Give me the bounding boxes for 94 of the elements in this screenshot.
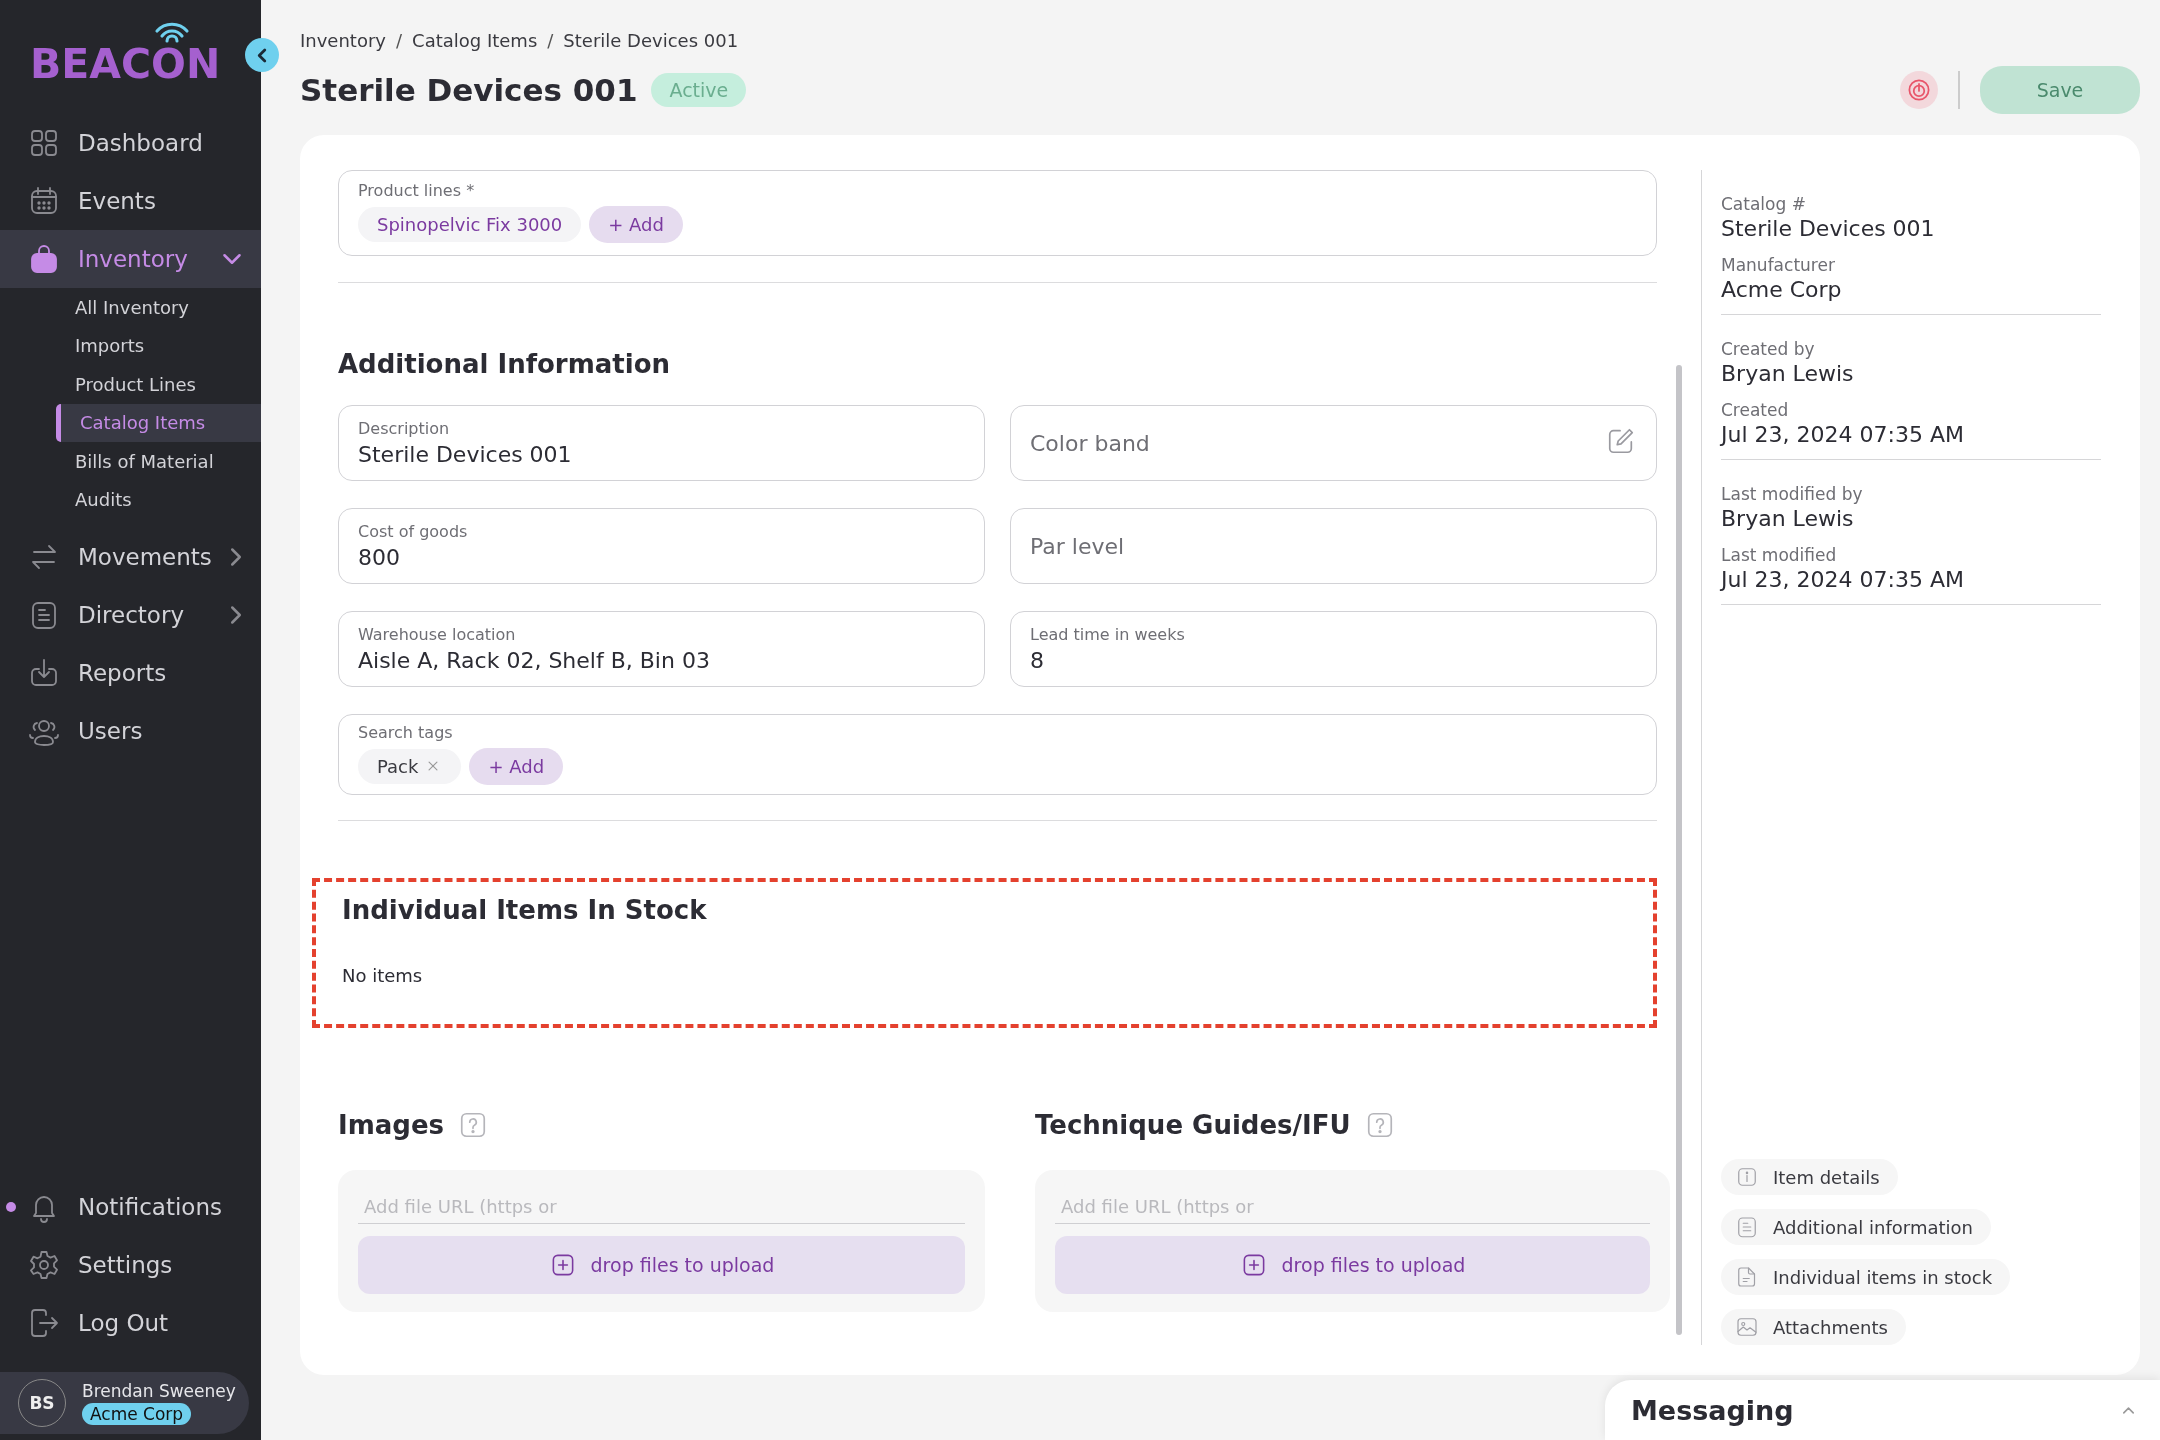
chevron-down-icon (223, 254, 241, 264)
nav-item[interactable]: Settings (0, 1236, 261, 1294)
detail-label: Catalog # (1721, 194, 1807, 214)
nav-subitem[interactable]: Bills of Material (0, 442, 261, 481)
chevron-left-icon (258, 48, 266, 62)
nav-item[interactable]: Events (0, 172, 261, 230)
detail-value: Acme Corp (1721, 277, 1843, 302)
section-link[interactable]: Individual items in stock (1721, 1259, 2011, 1295)
document-icon (1735, 1215, 1759, 1239)
page-title: Sterile Devices 001 (300, 72, 638, 108)
user-card[interactable]: BS Brendan Sweeney Acme Corp (0, 1372, 249, 1434)
nav-item[interactable]: Inventory (0, 230, 261, 288)
collapse-button[interactable] (245, 38, 279, 72)
breadcrumb-link[interactable]: Inventory (300, 29, 386, 51)
field-label: Cost of goods (358, 522, 469, 541)
detail-value: Bryan Lewis (1721, 506, 1855, 531)
chevron-right-icon (231, 548, 241, 566)
nav-subitem[interactable]: Catalog Items (56, 403, 261, 442)
field-label: Warehouse location (358, 625, 517, 644)
text-input[interactable]: 800 (358, 545, 965, 570)
field-label: Description (358, 419, 451, 438)
detail-value: Bryan Lewis (1721, 361, 1855, 386)
edit-icon (1606, 426, 1636, 456)
messaging-panel[interactable]: Messaging (1605, 1380, 2160, 1440)
tag-field[interactable]: Search tags Pack + Add (338, 714, 1657, 795)
bag-icon (28, 243, 60, 275)
detail-label: Manufacturer (1721, 255, 1836, 275)
image-icon (1735, 1315, 1759, 1339)
detail-value: Sterile Devices 001 (1721, 216, 1936, 241)
nav-item[interactable]: Movements (0, 528, 261, 586)
text-field[interactable]: Cost of goods 800 (338, 508, 985, 584)
detail-value: Jul 23, 2024 07:35 AM (1721, 422, 1965, 447)
nav-subitem[interactable]: Product Lines (0, 365, 261, 404)
info-icon (1735, 1165, 1759, 1189)
field-label: Lead time in weeks (1030, 625, 1186, 644)
nav-subitem[interactable]: All Inventory (0, 288, 261, 327)
detail-label: Last modified (1721, 545, 1838, 565)
text-input[interactable]: 8 (1030, 648, 1637, 673)
text-field[interactable]: Lead time in weeks 8 (1010, 611, 1657, 687)
nav-item[interactable]: Directory (0, 586, 261, 644)
section-heading: Individual Items In Stock (342, 895, 708, 925)
logout-icon (28, 1307, 60, 1339)
section-link[interactable]: Additional information (1721, 1209, 1991, 1245)
chevron-right-icon (231, 606, 241, 624)
dashboard-icon (28, 127, 60, 159)
text-field[interactable]: Color band (1010, 405, 1657, 481)
upload-button[interactable]: drop files to upload (1055, 1236, 1650, 1294)
field-label: Product lines * (358, 181, 476, 200)
add-button[interactable]: + Add (469, 747, 564, 785)
detail-label: Last modified by (1721, 484, 1864, 504)
section-link[interactable]: Attachments (1721, 1309, 1906, 1345)
section-link[interactable]: Item details (1721, 1159, 1898, 1195)
add-button[interactable]: + Add (589, 206, 683, 243)
download-icon (28, 657, 60, 689)
url-input[interactable]: Add file URL (https or (358, 1188, 965, 1224)
text-field[interactable]: Par level (1010, 508, 1657, 584)
scrollbar-thumb[interactable] (1676, 365, 1682, 1335)
empty-message: No items (342, 965, 424, 986)
organization-badge: Acme Corp (82, 1403, 192, 1425)
text-field[interactable]: Warehouse location Aisle A, Rack 02, Shelf B, Bin 03 (338, 611, 985, 687)
nav-subitem[interactable]: Imports (0, 326, 261, 365)
section-heading: Images (338, 1110, 445, 1140)
url-input[interactable]: Add file URL (https or (1055, 1188, 1650, 1224)
text-input[interactable]: Aisle A, Rack 02, Shelf B, Bin 03 (358, 648, 965, 673)
tag-chip[interactable]: Pack (358, 748, 462, 784)
status-badge: Active (651, 73, 747, 107)
text-field[interactable]: Description Sterile Devices 001 (338, 405, 985, 481)
breadcrumb-separator: / (396, 29, 403, 51)
panel-title: Messaging (1631, 1394, 1795, 1426)
detail-label: Created (1721, 400, 1790, 420)
nav-item[interactable]: Users (0, 702, 261, 760)
section-heading: Technique Guides/IFU (1035, 1110, 1351, 1140)
settings-icon (28, 1249, 60, 1281)
power-button[interactable] (1900, 71, 1938, 109)
detail-value: Jul 23, 2024 07:35 AM (1721, 567, 1965, 592)
tag-field[interactable]: Product lines * Spinopelvic Fix 3000 + Add (338, 170, 1657, 256)
tag-chip[interactable]: Spinopelvic Fix 3000 (358, 207, 582, 242)
calendar-icon (28, 185, 60, 217)
section-heading: Additional Information (338, 349, 671, 379)
nav-item[interactable]: Log Out (0, 1294, 261, 1352)
nav-item[interactable]: Notifications (0, 1178, 261, 1236)
text-input[interactable]: Color band (1030, 430, 1546, 456)
text-input[interactable]: Par level (1030, 533, 1546, 559)
nav-item[interactable]: Reports (0, 644, 261, 702)
breadcrumb-link[interactable]: Catalog Items (412, 29, 538, 51)
nav-subitem[interactable]: Audits (0, 480, 261, 519)
breadcrumb-separator: / (547, 29, 554, 51)
field-label: Search tags (358, 722, 454, 742)
detail-label: Created by (1721, 339, 1816, 359)
nav-item[interactable]: Dashboard (0, 114, 261, 172)
logo-text: BEACON (30, 40, 221, 88)
user-name: Brendan Sweeney (82, 1381, 236, 1401)
text-input[interactable]: Sterile Devices 001 (358, 442, 965, 467)
upload-button[interactable]: drop files to upload (358, 1236, 965, 1294)
